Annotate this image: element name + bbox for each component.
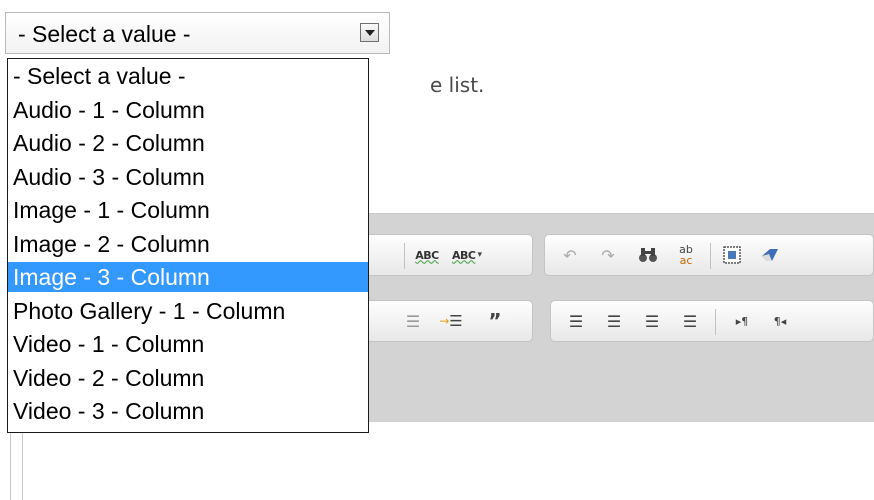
align-center-icon[interactable]: ☰ [599, 301, 629, 341]
select-all-icon[interactable] [717, 235, 747, 275]
replace-icon[interactable]: ab ac [671, 235, 701, 275]
align-right-icon[interactable]: ☰ [637, 301, 667, 341]
dropdown-option[interactable]: Video - 1 - Column [8, 329, 368, 359]
dropdown-arrow-button[interactable] [360, 23, 379, 42]
toolbar-group-indent: ☰ → ☰ ” [355, 300, 533, 342]
undo-icon[interactable]: ↶ [555, 235, 585, 275]
align-justify-icon[interactable]: ☰ [675, 301, 705, 341]
outdent-icon[interactable]: ☰ [398, 301, 428, 341]
dropdown-option[interactable]: Image - 3 - Column [8, 262, 368, 292]
spellcheck-icon[interactable]: ABC [412, 235, 442, 275]
align-left-icon[interactable]: ☰ [561, 301, 591, 341]
indent-icon[interactable]: → ☰ [436, 301, 466, 341]
dropdown-option[interactable]: Photo Gallery - 1 - Column [8, 296, 368, 326]
select-current-value: - Select a value - [18, 21, 191, 47]
spellcheck-as-you-type-icon[interactable]: ABC ▾ [448, 235, 486, 275]
toolbar-separator [715, 309, 716, 335]
toolbar-separator [710, 243, 711, 269]
toolbar-group-spellcheck: ABC ABC ▾ [355, 234, 533, 276]
field-help-text: e list. [430, 73, 485, 97]
dropdown-option[interactable]: Image - 1 - Column [8, 195, 368, 225]
dropdown-option[interactable]: Audio - 2 - Column [8, 128, 368, 158]
find-icon[interactable] [633, 235, 663, 275]
dropdown-option[interactable]: Video - 2 - Column [8, 363, 368, 393]
dropdown-option[interactable]: Image - 2 - Column [8, 229, 368, 259]
dropdown-option[interactable]: Audio - 3 - Column [8, 162, 368, 192]
text-direction-rtl-icon[interactable]: ¶◂ [765, 301, 795, 341]
redo-icon[interactable]: ↷ [593, 235, 623, 275]
editor-content-area[interactable] [22, 430, 874, 500]
blockquote-icon[interactable]: ” [480, 301, 510, 341]
remove-format-icon[interactable] [755, 235, 785, 275]
toolbar-group-edit: ↶ ↷ ab ac [544, 234, 874, 276]
layout-select[interactable]: - Select a value - [5, 12, 390, 54]
dropdown-option[interactable]: - Select a value - [8, 61, 368, 91]
text-direction-ltr-icon[interactable]: ▸¶ [727, 301, 757, 341]
chevron-down-icon [365, 30, 375, 36]
toolbar-group-align: ☰ ☰ ☰ ☰ ▸¶ ¶◂ [550, 300, 874, 342]
select-dropdown-list: - Select a value - Audio - 1 - Column Audi… [7, 58, 369, 433]
toolbar-separator [404, 243, 405, 269]
dropdown-option[interactable]: Video - 3 - Column [8, 396, 368, 426]
dropdown-option[interactable]: Audio - 1 - Column [8, 95, 368, 125]
